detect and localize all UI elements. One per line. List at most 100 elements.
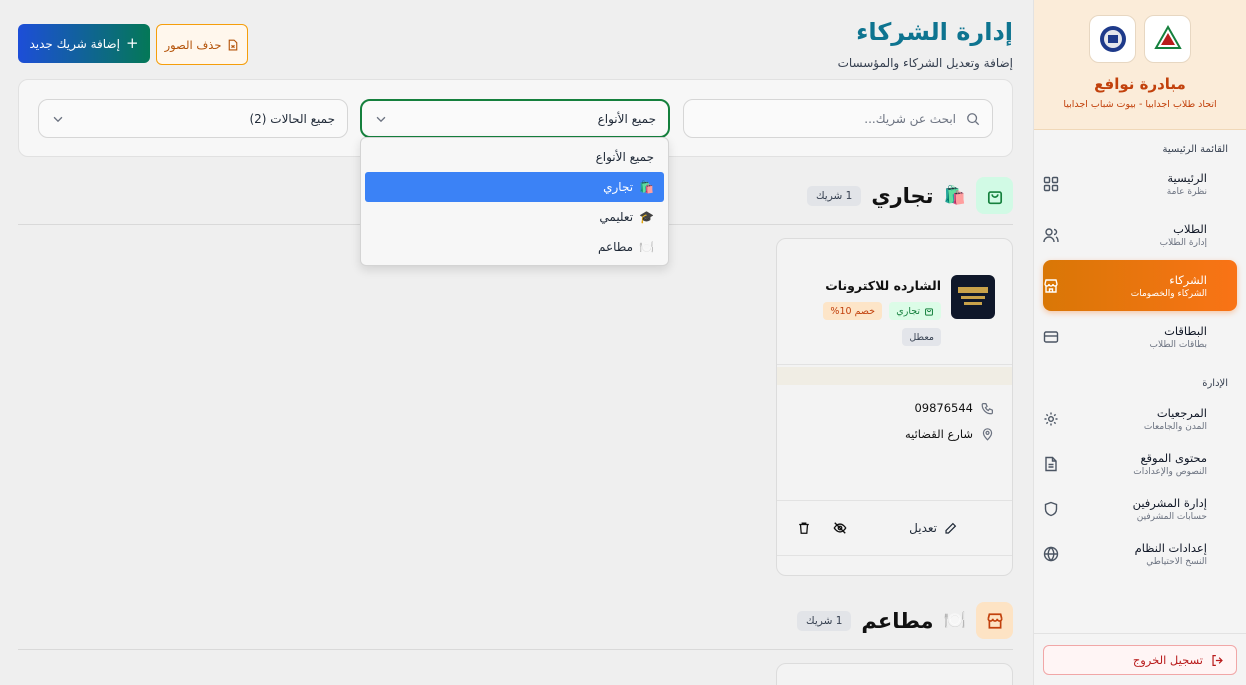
- group-divider: [18, 649, 1013, 650]
- nav-title: المرجعيات: [1156, 405, 1207, 420]
- group-count-badge: 1 شريك: [806, 185, 862, 206]
- trash-icon[interactable]: [797, 521, 811, 535]
- type-dropdown-menu: جميع الأنواع 🛍️ تجاري 🎓 تعليمي 🍽️ مطاعم: [360, 137, 669, 266]
- partner-card-actions: تعديل: [777, 500, 1012, 556]
- group-header-commercial: 🛍️ تجاري 1 شريك: [806, 177, 1013, 214]
- nav-title: البطاقات: [1164, 323, 1207, 338]
- file-delete-icon: [229, 39, 238, 50]
- main-nav: الرئيسية نظرة عامة الطلاب إدارة الطلاب الش…: [1034, 158, 1246, 362]
- pencil-icon: [945, 522, 957, 534]
- group-title: تجاري: [871, 183, 934, 208]
- group-count-badge: 1 شريك: [797, 610, 852, 631]
- address-value: شارع القضائيه: [904, 427, 973, 441]
- grid-icon: [1043, 176, 1059, 191]
- type-select[interactable]: جميع الأنواع: [360, 99, 670, 138]
- status-badge: معطل: [902, 328, 941, 346]
- partner-card-header: الشارده للاكترونات تجاري خصم 10% معطل: [777, 257, 1012, 365]
- users-icon: [1043, 227, 1059, 242]
- sidebar-item-cards[interactable]: البطاقات بطاقات الطلاب: [1043, 311, 1237, 362]
- document-icon: [1045, 456, 1057, 471]
- shopping-bag-icon: [925, 308, 933, 316]
- admin-nav: المرجعيات المدن والجامعات محتوى الموقع الن…: [1034, 396, 1246, 576]
- category-label: تجاري: [896, 305, 920, 317]
- nav-title: الشركاء: [1169, 272, 1207, 287]
- discount-badge: خصم 10%: [823, 302, 882, 320]
- sidebar-item-system-settings[interactable]: إعدادات النظام النسخ الاحتياطي: [1043, 531, 1237, 576]
- location-pin-icon: [982, 427, 993, 441]
- sidebar-item-supervisors[interactable]: إدارة المشرفين حسابات المشرفين: [1043, 486, 1237, 531]
- option-label: جميع الأنواع: [595, 150, 654, 164]
- partner-address: شارع القضائيه: [905, 427, 994, 441]
- sidebar-item-home[interactable]: الرئيسية نظرة عامة: [1043, 158, 1237, 209]
- search-input[interactable]: ابحث عن شريك...: [683, 99, 993, 138]
- youth-hostels-logo: [1144, 15, 1191, 63]
- sidebar-item-partners[interactable]: الشركاء الشركاء والخصومات: [1043, 260, 1237, 311]
- nav-subtitle: بطاقات الطلاب: [1149, 339, 1207, 350]
- brand-title: مبادرة نوافع: [1094, 75, 1186, 93]
- partner-logo: [951, 275, 995, 319]
- group-title: مطاعم: [861, 608, 934, 633]
- globe-icon: [1043, 546, 1059, 561]
- type-option-commercial[interactable]: 🛍️ تجاري: [365, 172, 664, 202]
- partner-card: [776, 663, 1013, 685]
- page-subtitle: إضافة وتعديل الشركاء والمؤسسات: [837, 56, 1013, 70]
- main-menu-label: القائمة الرئيسية: [1162, 144, 1228, 155]
- store-icon: [1044, 278, 1058, 293]
- search-icon: [967, 112, 980, 125]
- plus-icon: +: [125, 34, 139, 52]
- graduation-cap-icon: 🎓: [639, 210, 654, 224]
- status-select-value: جميع الحالات (2): [249, 111, 335, 126]
- status-select[interactable]: جميع الحالات (2): [38, 99, 348, 138]
- group-header-restaurants: 🍽️ مطاعم 1 شريك: [797, 602, 1013, 639]
- delete-images-button[interactable]: حذف الصور: [156, 24, 248, 65]
- phone-value: 09876544: [914, 401, 973, 415]
- nav-title: محتوى الموقع: [1140, 450, 1207, 465]
- nav-subtitle: النصوص والإعدادات: [1133, 466, 1207, 477]
- partner-card: الشارده للاكترونات تجاري خصم 10% معطل 09…: [776, 238, 1013, 576]
- add-partner-button[interactable]: + إضافة شريك جديد: [18, 24, 150, 63]
- logout-icon: [1212, 654, 1223, 666]
- brand-subtitle: اتحاد طلاب اجدابيا - بيوت شباب اجدابيا: [1063, 99, 1217, 110]
- nav-title: إدارة المشرفين: [1132, 495, 1207, 510]
- nav-subtitle: الشركاء والخصومات: [1130, 288, 1207, 299]
- student-union-logo: [1089, 15, 1136, 63]
- group-emoji: 🍽️: [943, 610, 966, 631]
- sidebar-item-students[interactable]: الطلاب إدارة الطلاب: [1043, 209, 1237, 260]
- eye-off-icon[interactable]: [833, 521, 847, 535]
- chevron-down-icon: [53, 116, 63, 122]
- nav-subtitle: حسابات المشرفين: [1136, 511, 1207, 522]
- type-option-restaurants[interactable]: 🍽️ مطاعم: [365, 232, 664, 262]
- nav-subtitle: المدن والجامعات: [1143, 421, 1207, 432]
- card-icon: [1043, 330, 1059, 343]
- page-title: إدارة الشركاء: [856, 18, 1013, 46]
- logout-area: تسجيل الخروج: [1034, 633, 1246, 685]
- card-strip: [777, 367, 1012, 385]
- category-badge: تجاري: [889, 302, 941, 320]
- type-option-educational[interactable]: 🎓 تعليمي: [365, 202, 664, 232]
- edit-label: تعديل: [909, 521, 937, 535]
- sidebar-item-references[interactable]: المرجعيات المدن والجامعات: [1043, 396, 1237, 441]
- gear-icon: [1044, 412, 1058, 425]
- option-label: مطاعم: [597, 240, 634, 254]
- phone-icon: [981, 402, 993, 414]
- nav-title: إعدادات النظام: [1134, 540, 1207, 555]
- store-icon: [976, 602, 1013, 639]
- nav-title: الطلاب: [1173, 221, 1207, 236]
- fork-knife-icon: 🍽️: [639, 240, 654, 254]
- group-emoji: 🛍️: [943, 185, 966, 206]
- nav-subtitle: نظرة عامة: [1166, 186, 1207, 197]
- brand-header: مبادرة نوافع اتحاد طلاب اجدابيا - بيوت ش…: [1034, 0, 1246, 130]
- main-content: إدارة الشركاء إضافة وتعديل الشركاء والمؤ…: [0, 0, 1033, 685]
- nav-subtitle: إدارة الطلاب: [1159, 237, 1207, 248]
- sidebar-item-site-content[interactable]: محتوى الموقع النصوص والإعدادات: [1043, 441, 1237, 486]
- logout-label: تسجيل الخروج: [1132, 653, 1203, 667]
- logout-button[interactable]: تسجيل الخروج: [1043, 645, 1237, 675]
- shield-icon: [1044, 501, 1058, 516]
- add-partner-label: إضافة شريك جديد: [29, 36, 120, 51]
- type-option-all[interactable]: جميع الأنواع: [365, 142, 664, 172]
- partner-name: الشارده للاكترونات: [825, 278, 941, 293]
- option-label: تجاري: [603, 180, 634, 194]
- search-placeholder: ابحث عن شريك...: [864, 111, 956, 126]
- edit-button[interactable]: تعديل: [909, 521, 957, 535]
- chevron-down-icon: [376, 116, 386, 122]
